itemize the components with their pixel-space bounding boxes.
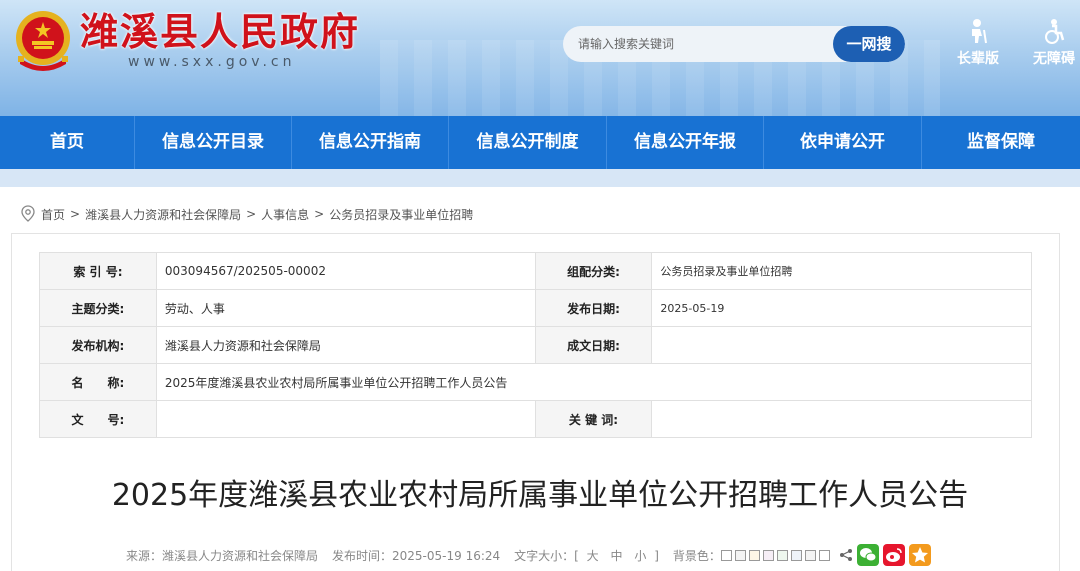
name-value: 2025年度潍溪县农业农村局所属事业单位公开招聘工作人员公告 (155, 363, 1033, 401)
site-title[interactable]: 潍溪县人民政府 (80, 8, 360, 56)
weibo-share-button[interactable] (882, 544, 905, 566)
font-size-label: 文字大小：[ (514, 548, 579, 563)
breadcrumb-home[interactable]: 首页 (41, 206, 65, 223)
nav-item-supervision[interactable]: 监督保障 (922, 116, 1080, 169)
agency-value: 潍溪县人力资源和社会保障局 (155, 326, 536, 364)
search-box: 一网搜 (563, 26, 905, 62)
elder-icon (972, 19, 987, 44)
article-title: 2025年度潍溪县农业农村局所属事业单位公开招聘工作人员公告 (111, 478, 969, 513)
wheelchair-icon (1045, 19, 1065, 44)
index-number-value: 003094567/202505-00002 (155, 252, 536, 290)
table-row: 文 号: 关 键 词: (39, 400, 1032, 438)
category-label: 组配分类: (534, 252, 653, 290)
table-row: 发布机构: 潍溪县人力资源和社会保障局 成文日期: (39, 326, 1032, 364)
nav-item-catalog[interactable]: 信息公开目录 (135, 116, 292, 169)
accessibility-link[interactable]: 无障碍 (1024, 18, 1080, 68)
document-number-label: 文 号: (39, 400, 157, 438)
background-color-swatch[interactable] (734, 550, 746, 561)
font-size-control: 文字大小：[ 大 中 小 ] (514, 547, 659, 564)
document-date-value (651, 326, 1032, 364)
agency-label: 发布机构: (39, 326, 157, 364)
accessibility-label: 无障碍 (1033, 51, 1075, 67)
main-nav: 首页 信息公开目录 信息公开指南 信息公开制度 信息公开年报 依申请公开 监督保… (0, 116, 1080, 169)
nav-item-system[interactable]: 信息公开制度 (449, 116, 607, 169)
nav-item-apply[interactable]: 依申请公开 (764, 116, 922, 169)
site-header: 潍溪县人民政府 www.sxx.gov.cn 一网搜 长辈版 无障碍 (0, 0, 1080, 116)
breadcrumb-separator: > (70, 207, 81, 221)
font-size-large-button[interactable]: 大 (587, 549, 599, 563)
table-row: 索 引 号: 003094567/202505-00002 组配分类: 公务员招… (39, 252, 1032, 290)
elder-mode-link[interactable]: 长辈版 (948, 18, 1008, 68)
publish-date-value: 2025-05-19 (651, 289, 1032, 327)
search-input[interactable] (563, 26, 833, 62)
keywords-label: 关 键 词: (534, 400, 653, 438)
table-row: 主题分类: 劳动、人事 发布日期: 2025-05-19 (39, 289, 1032, 327)
background-color-swatch[interactable] (804, 550, 816, 561)
background-color-swatch[interactable] (818, 550, 830, 561)
wechat-icon (859, 548, 877, 562)
search-button[interactable]: 一网搜 (833, 26, 905, 62)
table-row: 名 称: 2025年度潍溪县农业农村局所属事业单位公开招聘工作人员公告 (39, 363, 1033, 401)
elder-mode-label: 长辈版 (957, 51, 999, 67)
background-color-swatch[interactable] (790, 550, 802, 561)
star-icon (911, 547, 928, 563)
nav-item-home[interactable]: 首页 (0, 116, 135, 169)
breadcrumb-department[interactable]: 潍溪县人力资源和社会保障局 (85, 206, 241, 223)
document-date-label: 成文日期: (534, 326, 653, 364)
document-number-value (155, 400, 536, 438)
weibo-icon (885, 548, 902, 562)
background-color-swatch[interactable] (762, 550, 774, 561)
wechat-share-button[interactable] (856, 544, 879, 566)
document-meta-table: 索 引 号: 003094567/202505-00002 组配分类: 公务员招… (39, 252, 1033, 438)
name-label: 名 称: (39, 363, 157, 401)
nav-item-guide[interactable]: 信息公开指南 (292, 116, 449, 169)
background-color-swatches (720, 548, 833, 562)
article-meta-bar: 来源：潍溪县人力资源和社会保障局 发布时间：2025-05-19 16:24 文… (126, 543, 935, 567)
topic-value: 劳动、人事 (155, 289, 536, 327)
font-size-close: ] (654, 548, 659, 563)
article-source: 来源：潍溪县人力资源和社会保障局 (126, 548, 319, 563)
topic-label: 主题分类: (39, 289, 157, 327)
location-pin-icon (21, 205, 35, 222)
category-value: 公务员招录及事业单位招聘 (651, 252, 1032, 290)
breadcrumb-separator: > (314, 207, 325, 221)
background-color-label: 背景色： (672, 548, 721, 563)
keywords-value (651, 400, 1032, 438)
background-color-swatch[interactable] (776, 550, 788, 561)
breadcrumb-separator: > (246, 207, 257, 221)
font-size-small-button[interactable]: 小 (634, 549, 646, 563)
background-color-swatch[interactable] (720, 550, 732, 561)
share-icon[interactable] (839, 548, 853, 562)
index-number-label: 索 引 号: (39, 252, 157, 290)
site-domain: www.sxx.gov.cn (128, 54, 296, 70)
nav-item-annual-report[interactable]: 信息公开年报 (607, 116, 764, 169)
favorite-button[interactable] (908, 544, 931, 566)
breadcrumb-personnel[interactable]: 人事信息 (261, 206, 309, 223)
nav-divider-strip (0, 169, 1080, 187)
background-color-swatch[interactable] (748, 550, 760, 561)
article-publish-time: 发布时间：2025-05-19 16:24 (332, 548, 501, 563)
publish-date-label: 发布日期: (534, 289, 653, 327)
font-size-medium-button[interactable]: 中 (611, 549, 623, 563)
national-emblem-icon (16, 11, 70, 71)
breadcrumb: 首页 > 潍溪县人力资源和社会保障局 > 人事信息 > 公务员招录及事业单位招聘 (20, 204, 473, 224)
breadcrumb-recruitment[interactable]: 公务员招录及事业单位招聘 (329, 206, 473, 223)
